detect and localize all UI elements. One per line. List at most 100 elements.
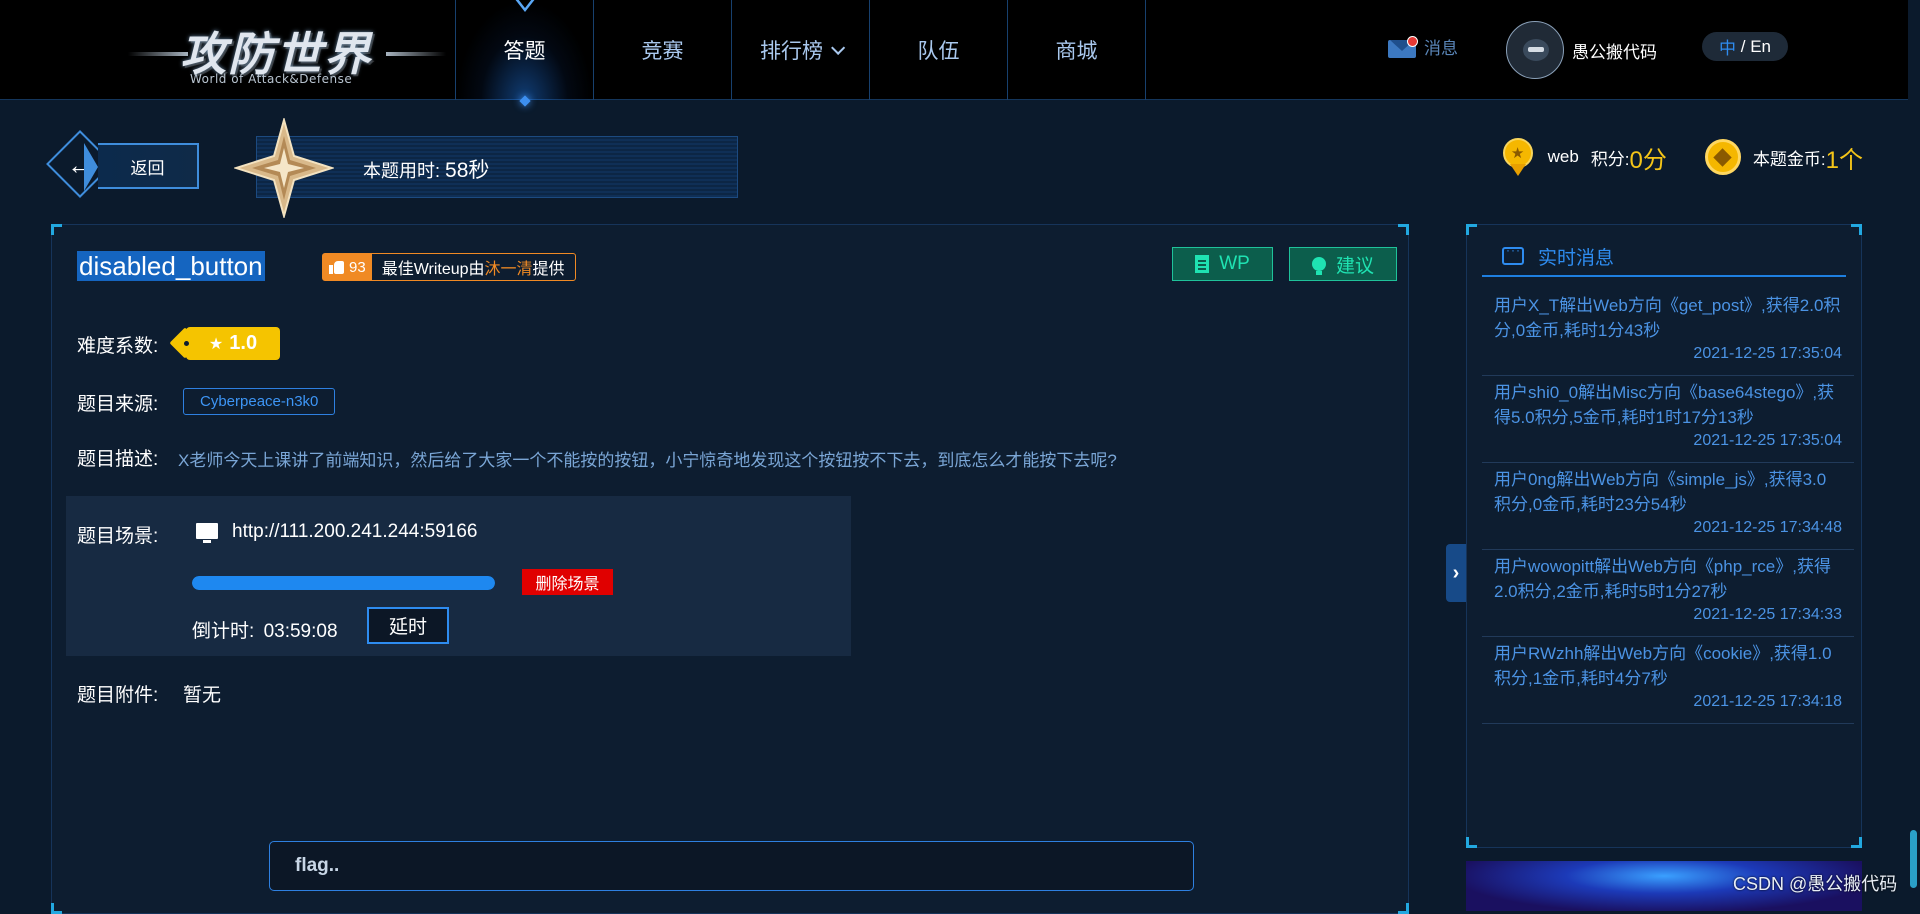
feed-text: 用户RWzhh解出Web方向《cookie》,获得1.0积分,1金币,耗时4分7… (1494, 644, 1832, 688)
scene-box: 题目场景: http://111.200.241.244:59166 删除场景 … (66, 496, 851, 656)
feed-date: 2021-12-25 17:34:18 (1693, 693, 1842, 710)
corner-decoration (1398, 224, 1409, 235)
scrollbar-thumb[interactable] (1910, 830, 1917, 888)
list-item: 用户X_T解出Web方向《get_post》,获得2.0积分,0金币,耗时1分4… (1482, 289, 1854, 376)
messages-label: 消息 (1424, 39, 1458, 58)
nav-item-competition[interactable]: 竞赛 (593, 0, 731, 100)
live-feed-title: 实时消息 (1538, 247, 1615, 269)
writeup-prefix: 最佳Writeup由 (381, 261, 485, 278)
corner-decoration (1466, 837, 1477, 848)
writeup-author[interactable]: 沐一清 (485, 261, 533, 278)
messages-link[interactable]: 消息 (1388, 34, 1458, 59)
time-used-label: 本题用时: (363, 161, 446, 181)
monitor-icon (196, 523, 218, 543)
nav-item-challenges[interactable]: 答题 (455, 0, 593, 107)
nav-item-label: 商城 (1055, 40, 1098, 63)
nav-item-shop[interactable]: 商城 (1007, 0, 1146, 100)
top-nav: 攻防世界 World of Attack&Defense 答题 竞赛 排行榜 队… (0, 0, 1920, 107)
logo-wing-right (386, 52, 446, 56)
scene-progress-fill (192, 576, 495, 590)
language-switch[interactable]: 中 / En (1702, 32, 1788, 61)
corner-decoration (1466, 224, 1477, 235)
attachment-label: 题目附件: (77, 685, 159, 706)
live-feed-list: 用户X_T解出Web方向《get_post》,获得2.0积分,0金币,耗时1分4… (1482, 289, 1854, 724)
avatar[interactable] (1506, 21, 1564, 79)
nav-item-label: 排行榜 (760, 40, 823, 63)
suggest-button-label: 建议 (1335, 255, 1374, 277)
wp-button-label: WP (1219, 253, 1250, 274)
chat-icon (1502, 243, 1524, 265)
feed-date: 2021-12-25 17:34:48 (1693, 519, 1842, 536)
back-label-box: 返回 (84, 143, 199, 191)
feed-date: 2021-12-25 17:34:33 (1693, 606, 1842, 623)
score-stats: ★ web 积分: 0分 本题金币: 1个 (1502, 138, 1863, 176)
logo-wing-left (128, 52, 188, 56)
writeup-credit: 最佳Writeup由沐一清提供 (372, 255, 575, 279)
score-label: 积分: (1590, 149, 1630, 169)
rank-star-icon (234, 118, 334, 218)
live-feed-panel: 实时消息 用户X_T解出Web方向《get_post》,获得2.0积分,0金币,… (1466, 224, 1862, 848)
back-button[interactable]: ← 返回 (46, 130, 201, 198)
source-label: 题目来源: (77, 394, 159, 415)
feed-date: 2021-12-25 17:35:04 (1693, 345, 1842, 362)
medal-icon: ★ (1502, 138, 1536, 176)
corner-decoration (51, 903, 62, 914)
description-label: 题目描述: (77, 449, 159, 470)
best-writeup-badge[interactable]: 93 最佳Writeup由沐一清提供 (322, 253, 576, 281)
like-count[interactable]: 93 (323, 254, 372, 280)
mail-icon (1388, 35, 1418, 58)
chevron-right-icon[interactable]: › (1446, 544, 1466, 602)
main-nav: 答题 竞赛 排行榜 队伍 商城 (455, 0, 1146, 107)
time-used-value: 58秒 (445, 159, 490, 182)
scene-label: 题目场景: (77, 526, 159, 547)
wp-button[interactable]: WP (1172, 247, 1273, 281)
description-text: X老师今天上课讲了前端知识，然后给了大家一个不能按的按钮，小宁惊奇地发现这个按钮… (178, 451, 1117, 470)
user-menu[interactable]: 愚公搬代码 (1506, 21, 1657, 79)
scene-url[interactable]: http://111.200.241.244:59166 (232, 521, 477, 543)
source-tag[interactable]: Cyberpeace-n3k0 (183, 388, 336, 415)
suggest-button[interactable]: 建议 (1289, 247, 1397, 281)
corner-decoration (51, 224, 62, 235)
difficulty-tag: ★ 1.0 (184, 327, 280, 360)
lang-en[interactable]: En (1750, 37, 1771, 57)
back-label: 返回 (130, 158, 165, 178)
document-icon (1195, 255, 1210, 273)
nav-item-label: 答题 (503, 40, 546, 63)
challenge-title: disabled_button (77, 251, 265, 281)
scene-progress-bar (192, 576, 495, 590)
thumbs-up-icon (329, 260, 345, 274)
countdown: 倒计时: 03:59:08 (192, 616, 338, 643)
nav-item-label: 队伍 (917, 40, 960, 63)
challenge-panel: disabled_button 93 最佳Writeup由沐一清提供 WP 建议… (51, 224, 1409, 914)
delete-scene-button[interactable]: 删除场景 (522, 569, 613, 595)
list-item: 用户RWzhh解出Web方向《cookie》,获得1.0积分,1金币,耗时4分7… (1482, 637, 1854, 724)
nav-active-marker-icon (513, 0, 536, 12)
csdn-watermark: CSDN @愚公搬代码 (1733, 874, 1898, 894)
delay-button[interactable]: 延时 (367, 607, 449, 644)
feed-text: 用户X_T解出Web方向《get_post》,获得2.0积分,0金币,耗时1分4… (1494, 296, 1841, 340)
attachment-value: 暂无 (183, 685, 222, 706)
lightbulb-icon (1311, 257, 1326, 275)
category-label: web (1547, 147, 1579, 166)
coin-icon (1704, 139, 1741, 175)
nav-item-leaderboard[interactable]: 排行榜 (731, 0, 869, 100)
countdown-label: 倒计时: (192, 621, 255, 642)
feed-date: 2021-12-25 17:35:04 (1693, 432, 1842, 449)
list-item: 用户wowopitt解出Web方向《php_rce》,获得2.0积分,2金币,耗… (1482, 550, 1854, 637)
corner-decoration (1398, 903, 1409, 914)
time-used: 本题用时: 58秒 (363, 154, 489, 184)
site-logo[interactable]: 攻防世界 World of Attack&Defense (128, 12, 446, 88)
page-scrollbar[interactable] (1908, 0, 1920, 902)
nav-item-label: 竞赛 (641, 40, 684, 63)
feed-text: 用户wowopitt解出Web方向《php_rce》,获得2.0积分,2金币,耗… (1494, 557, 1831, 601)
logo-subtitle: World of Attack&Defense (190, 72, 353, 86)
feed-text: 用户0ng解出Web方向《simple_js》,获得3.0积分,0金币,耗时23… (1494, 470, 1827, 514)
flag-input[interactable] (269, 841, 1194, 891)
lang-zh[interactable]: 中 (1719, 34, 1736, 59)
username: 愚公搬代码 (1572, 42, 1657, 62)
nav-item-team[interactable]: 队伍 (869, 0, 1007, 100)
countdown-value: 03:59:08 (263, 621, 338, 642)
score-value: 0分 (1629, 146, 1667, 174)
list-item: 用户0ng解出Web方向《simple_js》,获得3.0积分,0金币,耗时23… (1482, 463, 1854, 550)
like-count-value: 93 (349, 258, 366, 276)
